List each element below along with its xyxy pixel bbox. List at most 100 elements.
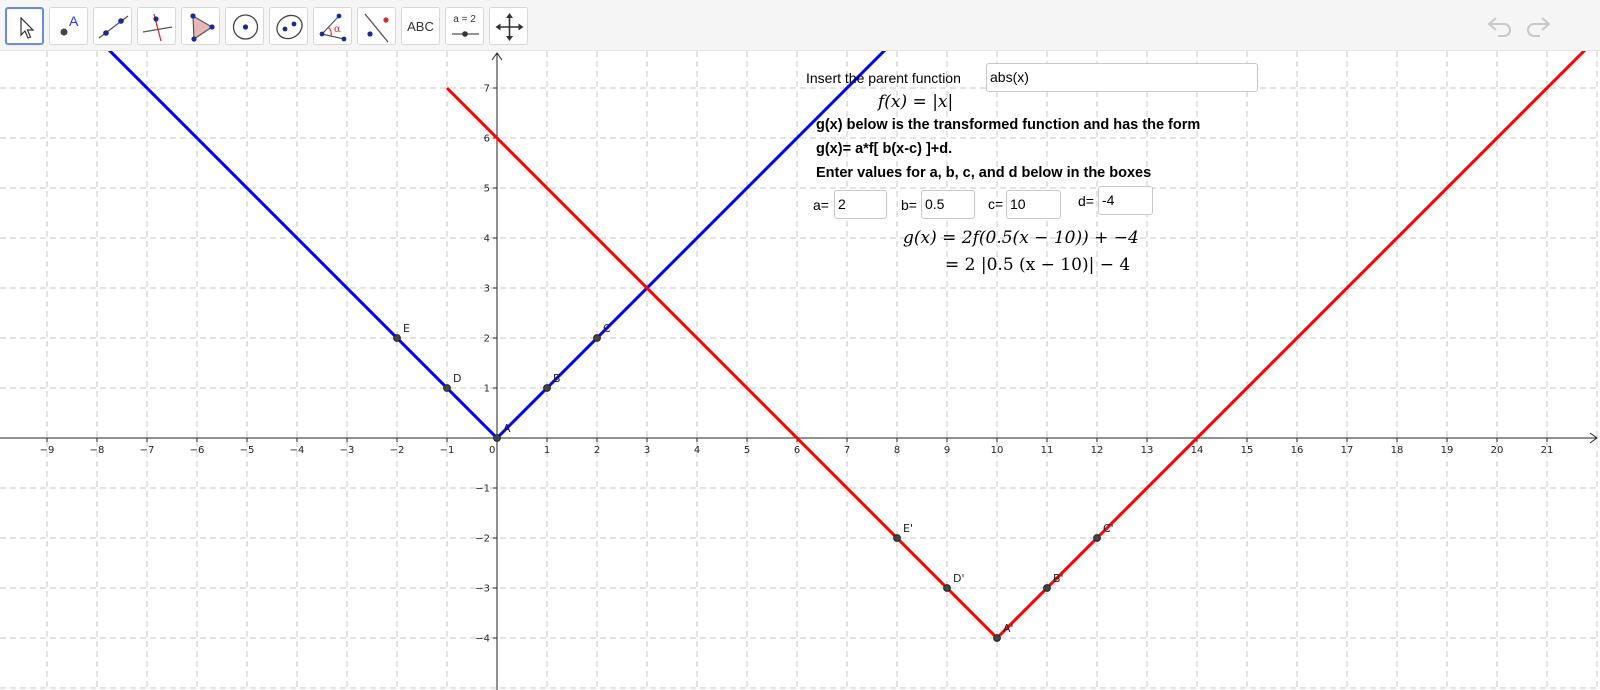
- d-input[interactable]: -4: [1098, 186, 1153, 215]
- line-through-points-icon: [98, 15, 129, 39]
- perpendicular-line-icon: [142, 13, 173, 42]
- x-tick-label: −6: [190, 445, 205, 456]
- x-tick-label: 14: [1191, 445, 1204, 456]
- x-tick-label: 21: [1541, 445, 1554, 456]
- y-tick-label: −3: [475, 584, 490, 595]
- reflect-about-line-icon: [364, 13, 389, 43]
- description-line-1: g(x) below is the transformed function a…: [816, 117, 1201, 133]
- y-tick-label: 2: [484, 334, 490, 345]
- point-marker: [993, 634, 1001, 642]
- x-tick-label: 8: [894, 445, 900, 456]
- c-label: c=: [988, 196, 1004, 212]
- g-formula-line-1: g(x) = 2f(0.5(x − 10)) + −4: [903, 228, 1139, 248]
- line-tool-button[interactable]: [93, 7, 132, 45]
- angle-tool-button[interactable]: α: [313, 7, 352, 45]
- point-marker: [443, 384, 451, 392]
- point-label: D': [953, 572, 965, 585]
- a-label: a=: [813, 197, 829, 213]
- x-tick-label: 16: [1291, 445, 1304, 456]
- x-tick-label: 17: [1341, 445, 1354, 456]
- point-marker: [593, 334, 601, 342]
- grid: [0, 51, 1600, 690]
- a-input[interactable]: 2: [834, 190, 887, 219]
- x-tick-label: −5: [240, 445, 255, 456]
- circle-tool-button[interactable]: [225, 7, 264, 45]
- origin-label: 0: [489, 445, 495, 456]
- point-label: E': [903, 522, 913, 535]
- move-graphics-view-icon: [495, 13, 524, 41]
- point-marker: [893, 534, 901, 542]
- perpendicular-tool-button[interactable]: [137, 7, 176, 45]
- x-tick-label: −1: [440, 445, 455, 456]
- x-tick-label: 9: [944, 445, 950, 456]
- x-tick-label: 15: [1241, 445, 1254, 456]
- move-tool-button[interactable]: [5, 7, 44, 45]
- x-tick-label: 10: [991, 445, 1004, 456]
- description-line-2: g(x)= a*f[ b(x-c) ]+d.: [816, 141, 953, 157]
- point-marker: [493, 434, 501, 442]
- graphics-view[interactable]: −9 −8 −7 −6 −5 −4 −3 −2 −1 1 2 3 4 5 6 7 8 9 10 11 12 13 14 15 1…: [0, 51, 1600, 690]
- point-marker: [393, 334, 401, 342]
- parent-function-input[interactable]: abs(x): [986, 63, 1258, 92]
- axes: −9 −8 −7 −6 −5 −4 −3 −2 −1 1 2 3 4 5 6 7 8 9 10 11 12 13 14 15 1…: [0, 52, 1598, 690]
- x-tick-label: −3: [340, 445, 355, 456]
- parent-function-label: Insert the parent function: [806, 70, 961, 86]
- ellipse-tool-button[interactable]: [269, 7, 308, 45]
- pointer-arrow-icon: [20, 16, 35, 39]
- move-graphics-tool-button[interactable]: [489, 7, 528, 45]
- polygon-tool-button[interactable]: [181, 7, 220, 45]
- y-tick-label: −1: [475, 484, 490, 495]
- x-tick-label: −8: [90, 445, 105, 456]
- point-label: A': [1003, 622, 1014, 635]
- x-tick-label: 4: [694, 445, 700, 456]
- angle-icon: α: [319, 13, 347, 42]
- x-tick-label: −4: [290, 445, 305, 456]
- description-line-3: Enter values for a, b, c, and d below in…: [816, 165, 1152, 181]
- x-tick-label: −2: [390, 445, 405, 456]
- point-label: A: [503, 422, 511, 435]
- point-marker: [1093, 534, 1101, 542]
- text-tool-button[interactable]: ABC: [401, 7, 440, 45]
- x-tick-label: −9: [40, 445, 55, 456]
- y-tick-label: 4: [484, 234, 490, 245]
- f-display: f(x) = |x|: [878, 92, 954, 112]
- point-label: C: [603, 322, 611, 335]
- point-marker: [1043, 584, 1051, 592]
- reflect-tool-button[interactable]: [357, 7, 396, 45]
- y-tick-label: 1: [484, 384, 490, 395]
- point-label: B': [1053, 572, 1064, 585]
- polygon-icon: [190, 13, 215, 42]
- point-label: E: [403, 322, 410, 335]
- x-tick-label: 11: [1041, 445, 1054, 456]
- point-tool-button[interactable]: A: [49, 7, 88, 45]
- d-label: d=: [1078, 193, 1094, 209]
- point-marker: [543, 384, 551, 392]
- points[interactable]: A B C D E A' B' C' D' E': [393, 322, 1114, 642]
- x-tick-label: 19: [1441, 445, 1454, 456]
- y-tick-label: 7: [484, 84, 490, 95]
- x-tick-label: 2: [594, 445, 600, 456]
- b-input[interactable]: 0.5: [921, 190, 975, 219]
- y-tick-label: 5: [484, 184, 490, 195]
- y-tick-label: 3: [484, 284, 490, 295]
- redo-icon[interactable]: [1522, 14, 1552, 38]
- g-formula-line-2: = 2 |0.5 (x − 10)| − 4: [945, 255, 1131, 275]
- circle-center-point-icon: [232, 14, 259, 40]
- g-graph-line: [445, 51, 1587, 641]
- point-label: C': [1103, 522, 1114, 535]
- c-input[interactable]: 10: [1006, 190, 1061, 219]
- undo-icon[interactable]: [1486, 14, 1516, 38]
- point-label: D: [453, 372, 461, 385]
- x-tick-label: −7: [140, 445, 155, 456]
- x-tick-label: 18: [1391, 445, 1404, 456]
- text-icon: ABC: [407, 18, 434, 34]
- x-tick-label: 12: [1091, 445, 1104, 456]
- svg-text:α: α: [334, 24, 341, 35]
- x-tick-label: 20: [1491, 445, 1504, 456]
- slider-tool-button[interactable]: a = 2: [445, 7, 484, 45]
- x-tick-label: 6: [794, 445, 800, 456]
- toolbar: A α ABC a = 2: [0, 0, 1600, 51]
- y-tick-label: −4: [475, 634, 490, 645]
- x-tick-label: 3: [644, 445, 650, 456]
- x-tick-label: 5: [744, 445, 750, 456]
